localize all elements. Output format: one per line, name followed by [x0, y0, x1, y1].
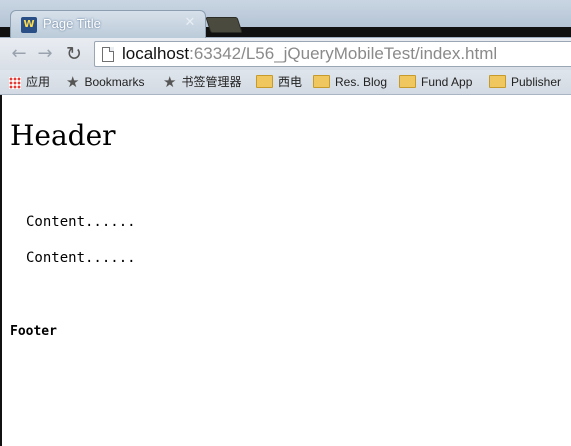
bookmark-manager[interactable]: ★ 书签管理器 [163, 73, 241, 91]
browser-toolbar: ← → ↻ localhost:63342/L56_jQueryMobileTe… [0, 37, 571, 71]
page-header: Header [10, 119, 116, 152]
address-bar[interactable]: localhost:63342/L56_jQueryMobileTest/ind… [94, 41, 571, 67]
bookmark-bookmarks[interactable]: ★ Bookmarks [66, 73, 144, 91]
star-icon: ★ [163, 73, 177, 91]
forward-arrow-icon[interactable]: → [33, 42, 57, 66]
bookmark-label: 应用 [26, 75, 51, 89]
folder-icon [399, 75, 416, 89]
bookmark-apps[interactable]: 应用 [9, 73, 50, 91]
url-host: localhost [122, 44, 190, 63]
bookmarks-bar: 应用 ★ Bookmarks ★ 书签管理器 西电 Res. Blog Fund A… [0, 70, 571, 95]
url-path: :63342/L56_jQueryMobileTest/index.html [189, 44, 498, 63]
bookmark-label: 书签管理器 [181, 75, 242, 89]
star-icon: ★ [66, 73, 80, 91]
folder-icon [313, 75, 330, 89]
tab-title: Page Title [43, 16, 101, 31]
url-text[interactable]: localhost:63342/L56_jQueryMobileTest/ind… [122, 44, 497, 64]
page-footer: Footer [10, 324, 57, 339]
bookmark-label: Bookmarks [84, 75, 145, 89]
folder-icon [256, 75, 273, 89]
apps-icon [9, 76, 21, 89]
back-arrow-icon[interactable]: ← [7, 42, 31, 66]
content-line: Content...... [26, 214, 136, 230]
page-viewport: Header Content...... Content...... Foote… [0, 95, 571, 446]
bookmark-label: Publisher [511, 75, 562, 89]
browser-tab[interactable]: W Page Title ✕ [10, 10, 206, 38]
webstorm-icon: W [21, 17, 37, 33]
new-tab-button[interactable] [205, 17, 243, 33]
reload-icon[interactable]: ↻ [62, 42, 86, 66]
bookmark-folder-publisher[interactable]: Publisher [489, 73, 561, 91]
bookmark-folder-res-blog[interactable]: Res. Blog [313, 73, 387, 91]
close-tab-icon[interactable]: ✕ [183, 16, 197, 30]
bookmark-label: Res. Blog [335, 75, 388, 89]
bookmark-folder-fund-app[interactable]: Fund App [399, 73, 472, 91]
page-icon [102, 47, 114, 62]
folder-icon [489, 75, 506, 89]
bookmark-label: Fund App [421, 75, 473, 89]
content-line: Content...... [26, 250, 136, 266]
bookmark-folder-xidian[interactable]: 西电 [256, 73, 302, 91]
bookmark-label: 西电 [278, 75, 303, 89]
